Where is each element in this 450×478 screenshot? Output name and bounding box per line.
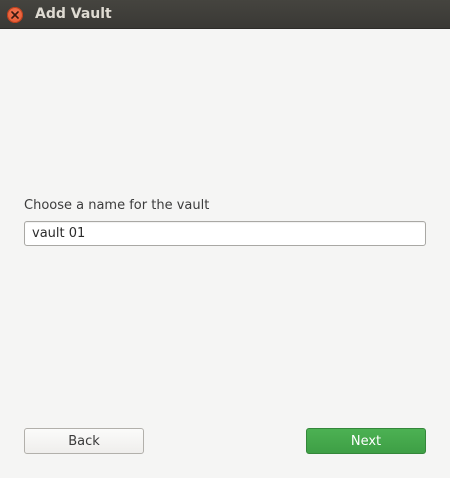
back-button[interactable]: Back bbox=[24, 428, 144, 454]
close-button[interactable] bbox=[7, 7, 23, 23]
window-title: Add Vault bbox=[35, 6, 112, 22]
back-button-label: Back bbox=[68, 433, 100, 449]
title-bar: Add Vault bbox=[0, 0, 450, 29]
close-icon bbox=[11, 11, 19, 19]
vault-name-input[interactable] bbox=[24, 221, 426, 246]
next-button[interactable]: Next bbox=[306, 428, 426, 454]
vault-name-label: Choose a name for the vault bbox=[24, 198, 210, 213]
add-vault-dialog: Add Vault Choose a name for the vault Ba… bbox=[0, 0, 450, 478]
next-button-label: Next bbox=[350, 433, 382, 449]
